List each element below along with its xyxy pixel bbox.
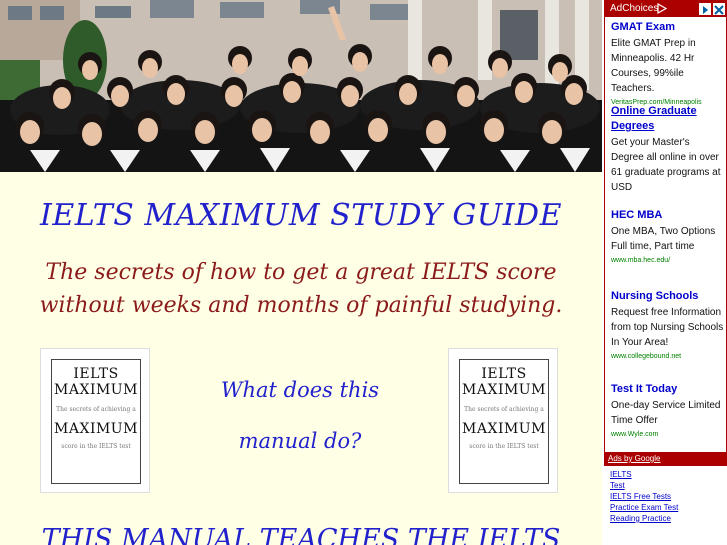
google-ad-link[interactable]: Practice Exam Test	[610, 502, 678, 513]
ad-title-link[interactable]: Online Graduate Degrees	[611, 104, 725, 134]
page-subtitle: The secrets of how to get a great IELTS …	[39, 260, 563, 318]
ad-item[interactable]: GMAT Exam Elite GMAT Prep in Minneapolis…	[611, 20, 725, 108]
google-ad-link[interactable]: Test	[610, 480, 678, 491]
ad-url-link[interactable]: www.mba.hec.edu/	[611, 255, 725, 266]
google-ad-link[interactable]: Reading Practice	[610, 513, 678, 524]
google-ad-link[interactable]: IELTS	[610, 469, 678, 480]
students-photo	[0, 0, 602, 172]
book-title-line2: MAXIMUM	[54, 382, 138, 398]
ad-title-link[interactable]: Nursing Schools	[611, 289, 725, 304]
google-ad-link[interactable]: IELTS Free Tests	[610, 491, 678, 502]
adchoices-icon[interactable]	[657, 3, 667, 14]
adchoices-label[interactable]: AdChoices	[610, 3, 658, 14]
ad-title-link[interactable]: HEC MBA	[611, 208, 725, 223]
ad-title-link[interactable]: GMAT Exam	[611, 20, 725, 35]
page-title: IELTS MAXIMUM STUDY GUIDE	[40, 198, 562, 233]
info-icon[interactable]	[699, 3, 711, 15]
book-tagline-1: The secrets of achieving a	[464, 406, 544, 413]
adchoices-bar[interactable]: AdChoices	[605, 1, 726, 17]
ad-text: Get your Master's Degree all online in o…	[611, 137, 721, 193]
ad-text: One MBA, Two Options Full time, Part tim…	[611, 226, 716, 252]
ads-by-google-bar[interactable]: Ads by Google	[604, 453, 727, 466]
question-line-2: manual do?	[238, 429, 362, 453]
ad-url-link[interactable]: www.Wyle.com	[611, 429, 725, 440]
book-tagline-2: score in the IELTS test	[61, 443, 131, 450]
book-cover-right: IELTS MAXIMUM The secrets of achieving a…	[448, 348, 558, 493]
ad-url-link[interactable]: www.collegebound.net	[611, 351, 725, 362]
book-title-line1: IELTS	[481, 366, 527, 382]
students-photo-illustration	[0, 0, 602, 172]
ad-item[interactable]: Test It Today One-day Service Limited Ti…	[611, 382, 725, 440]
ad-sidebar: AdChoices GMAT Exam Elite GMAT Prep in M…	[602, 0, 727, 545]
ad-item[interactable]: HEC MBA One MBA, Two Options Full time, …	[611, 208, 725, 266]
ad-title-link[interactable]: Test It Today	[611, 382, 725, 397]
ad-text: One-day Service Limited Time Offer	[611, 400, 721, 426]
book-title-line1: IELTS	[73, 366, 119, 382]
ad-item[interactable]: Nursing Schools Request free Information…	[611, 289, 725, 362]
book-title-line2: MAXIMUM	[462, 382, 546, 398]
ad-text: Elite GMAT Prep in Minneapolis. 42 Hr Co…	[611, 38, 696, 94]
book-title-line3: MAXIMUM	[54, 421, 138, 437]
question-line-1: What does this	[220, 378, 380, 402]
book-cover: IELTS MAXIMUM The secrets of achieving a…	[459, 359, 549, 484]
book-cover: IELTS MAXIMUM The secrets of achieving a…	[51, 359, 141, 484]
section-heading: THIS MANUAL TEACHES THE IELTS	[41, 524, 561, 545]
book-title-line3: MAXIMUM	[462, 421, 546, 437]
close-icon[interactable]	[713, 3, 725, 15]
book-tagline-2: score in the IELTS test	[469, 443, 539, 450]
main-content: IELTS MAXIMUM STUDY GUIDE The secrets of…	[0, 0, 602, 545]
book-tagline-1: The secrets of achieving a	[56, 406, 136, 413]
ads-by-google-label[interactable]: Ads by Google	[608, 454, 660, 463]
ad-text: Request free Information from top Nursin…	[611, 307, 724, 348]
ad-item[interactable]: Online Graduate Degrees Get your Master'…	[611, 104, 725, 195]
google-ad-links: IELTS Test IELTS Free Tests Practice Exa…	[610, 469, 678, 524]
ad-box: AdChoices GMAT Exam Elite GMAT Prep in M…	[604, 0, 727, 453]
book-cover-left: IELTS MAXIMUM The secrets of achieving a…	[40, 348, 150, 493]
